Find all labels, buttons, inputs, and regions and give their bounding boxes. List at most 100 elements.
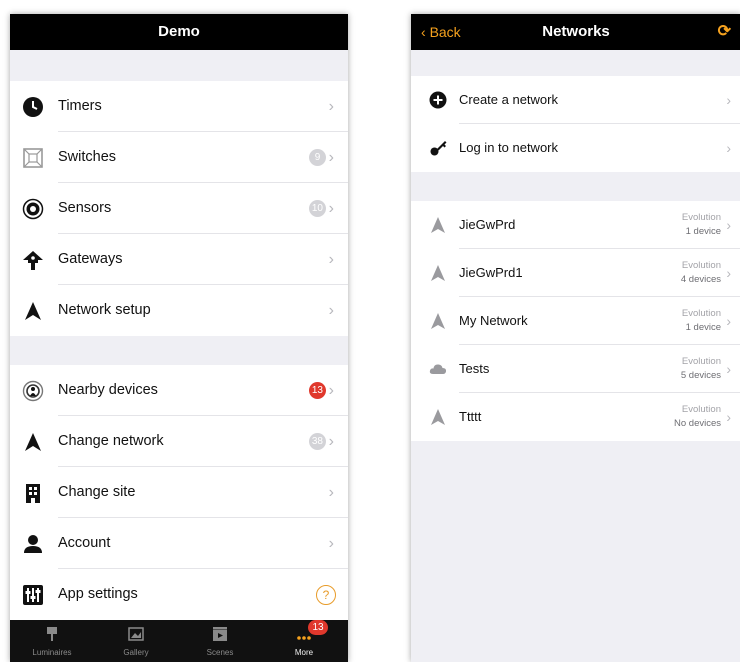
nav-bar: Demo xyxy=(10,14,348,50)
row-label: Log in to network xyxy=(459,140,559,155)
gateway-icon xyxy=(23,251,43,270)
chevron-right-icon: › xyxy=(328,149,334,166)
menu-item-network-setup[interactable]: Network setup › xyxy=(10,285,348,336)
network-name: JieGwPrd xyxy=(459,217,516,232)
chevron-right-icon: › xyxy=(726,313,731,329)
menu-item-gateways[interactable]: Gateways › xyxy=(10,234,348,285)
network-meta: Evolution 1 device xyxy=(682,307,721,335)
help-icon[interactable]: ? xyxy=(316,585,336,605)
menu-item-label: Change site xyxy=(58,484,136,500)
network-meta: Evolution 1 device xyxy=(682,211,721,239)
row-label: Create a network xyxy=(459,92,558,107)
network-meta: Evolution 5 devices xyxy=(681,355,721,383)
clock-icon xyxy=(23,97,43,117)
menu-item-label: Account xyxy=(58,535,111,551)
menu-item-app-settings[interactable]: App settings ? xyxy=(10,569,348,620)
refresh-icon[interactable]: ⟳ xyxy=(718,14,731,50)
tab-scenes[interactable]: Scenes xyxy=(178,620,262,662)
tab-more[interactable]: 13 More xyxy=(262,620,346,662)
chevron-right-icon: › xyxy=(726,361,731,377)
network-icon xyxy=(25,302,41,320)
chevron-right-icon: › xyxy=(726,265,731,281)
network-row[interactable]: Ttttt Evolution No devices › xyxy=(411,393,740,441)
networks-screen: ‹ Back Networks ⟳ Create a network › Log… xyxy=(411,14,740,662)
switch-icon xyxy=(23,148,43,168)
settings-icon xyxy=(23,585,43,605)
chevron-right-icon: › xyxy=(328,484,334,501)
scenes-icon xyxy=(213,627,227,641)
network-icon xyxy=(431,217,445,233)
menu-item-label: Switches xyxy=(58,149,117,165)
building-icon xyxy=(26,484,40,503)
network-name: JieGwPrd1 xyxy=(459,265,523,280)
network-icon xyxy=(431,409,445,425)
menu-group-main: Timers › Switches 9 › Sensors 10 › Gatew… xyxy=(10,81,348,336)
network-icon xyxy=(25,433,41,451)
menu-item-label: Network setup xyxy=(58,302,151,318)
nearby-icon xyxy=(22,380,44,402)
network-type: Evolution xyxy=(681,212,721,223)
actions-group: Create a network › Log in to network › xyxy=(411,76,740,172)
menu-item-label: Timers xyxy=(58,98,102,114)
menu-item-timers[interactable]: Timers › xyxy=(10,81,348,132)
network-type: Evolution xyxy=(681,260,721,271)
tab-label: More xyxy=(294,648,314,657)
device-count: 4 devices xyxy=(680,274,721,285)
chevron-left-icon: ‹ xyxy=(421,24,430,40)
chevron-right-icon: › xyxy=(328,302,334,319)
sensor-icon xyxy=(22,198,44,220)
back-button[interactable]: ‹ Back xyxy=(421,14,461,50)
chevron-right-icon: › xyxy=(328,433,334,450)
tab-gallery[interactable]: Gallery xyxy=(94,620,178,662)
chevron-right-icon: › xyxy=(328,98,334,115)
network-row[interactable]: JieGwPrd1 Evolution 4 devices › xyxy=(411,249,740,297)
device-count: 5 devices xyxy=(680,370,721,381)
network-row[interactable]: My Network Evolution 1 device › xyxy=(411,297,740,345)
network-type: Evolution xyxy=(681,404,721,415)
network-meta: Evolution No devices xyxy=(674,403,721,431)
chevron-right-icon: › xyxy=(726,409,731,425)
network-type: Evolution xyxy=(681,356,721,367)
key-icon xyxy=(430,141,447,156)
chevron-right-icon: › xyxy=(328,251,334,268)
chevron-right-icon: › xyxy=(726,217,731,233)
network-name: Tests xyxy=(459,361,490,376)
tab-label: Luminaires xyxy=(32,648,72,657)
device-count: No devices xyxy=(674,418,721,429)
login-network-row[interactable]: Log in to network › xyxy=(411,124,740,172)
tab-label: Gallery xyxy=(123,648,149,657)
network-icon xyxy=(431,313,445,329)
tab-bar: Luminaires Gallery Scenes 13 More xyxy=(10,620,348,662)
menu-item-label: Change network xyxy=(58,433,164,449)
network-name: My Network xyxy=(459,313,528,328)
chevron-right-icon: › xyxy=(328,535,334,552)
nav-bar: ‹ Back Networks ⟳ xyxy=(411,14,740,50)
menu-item-change-network[interactable]: Change network 38 › xyxy=(10,416,348,467)
network-list: JieGwPrd Evolution 1 device › JieGwPrd1 E… xyxy=(411,201,740,441)
device-count: 1 device xyxy=(685,322,721,333)
network-icon xyxy=(431,265,445,281)
count-badge: 9 xyxy=(309,149,326,166)
menu-item-label: Gateways xyxy=(58,251,123,267)
network-meta: Evolution 4 devices xyxy=(681,259,721,287)
network-row[interactable]: Tests Evolution 5 devices › xyxy=(411,345,740,393)
network-row[interactable]: JieGwPrd Evolution 1 device › xyxy=(411,201,740,249)
menu-item-sensors[interactable]: Sensors 10 › xyxy=(10,183,348,234)
menu-item-label: App settings xyxy=(58,586,138,602)
tab-luminaires[interactable]: Luminaires xyxy=(10,620,94,662)
gallery-icon xyxy=(128,627,144,641)
count-badge: 10 xyxy=(308,200,326,217)
count-badge: 38 xyxy=(308,433,326,450)
chevron-right-icon: › xyxy=(328,382,334,399)
luminaire-icon xyxy=(47,627,57,641)
menu-item-nearby-devices[interactable]: Nearby devices 13 › xyxy=(10,365,348,416)
cloud-icon xyxy=(429,364,447,374)
account-icon xyxy=(24,535,42,553)
menu-item-change-site[interactable]: Change site › xyxy=(10,467,348,518)
menu-item-switches[interactable]: Switches 9 › xyxy=(10,132,348,183)
create-network-row[interactable]: Create a network › xyxy=(411,76,740,124)
notification-badge: 13 xyxy=(308,620,328,635)
menu-item-account[interactable]: Account › xyxy=(10,518,348,569)
chevron-right-icon: › xyxy=(328,200,334,217)
network-type: Evolution xyxy=(681,308,721,319)
